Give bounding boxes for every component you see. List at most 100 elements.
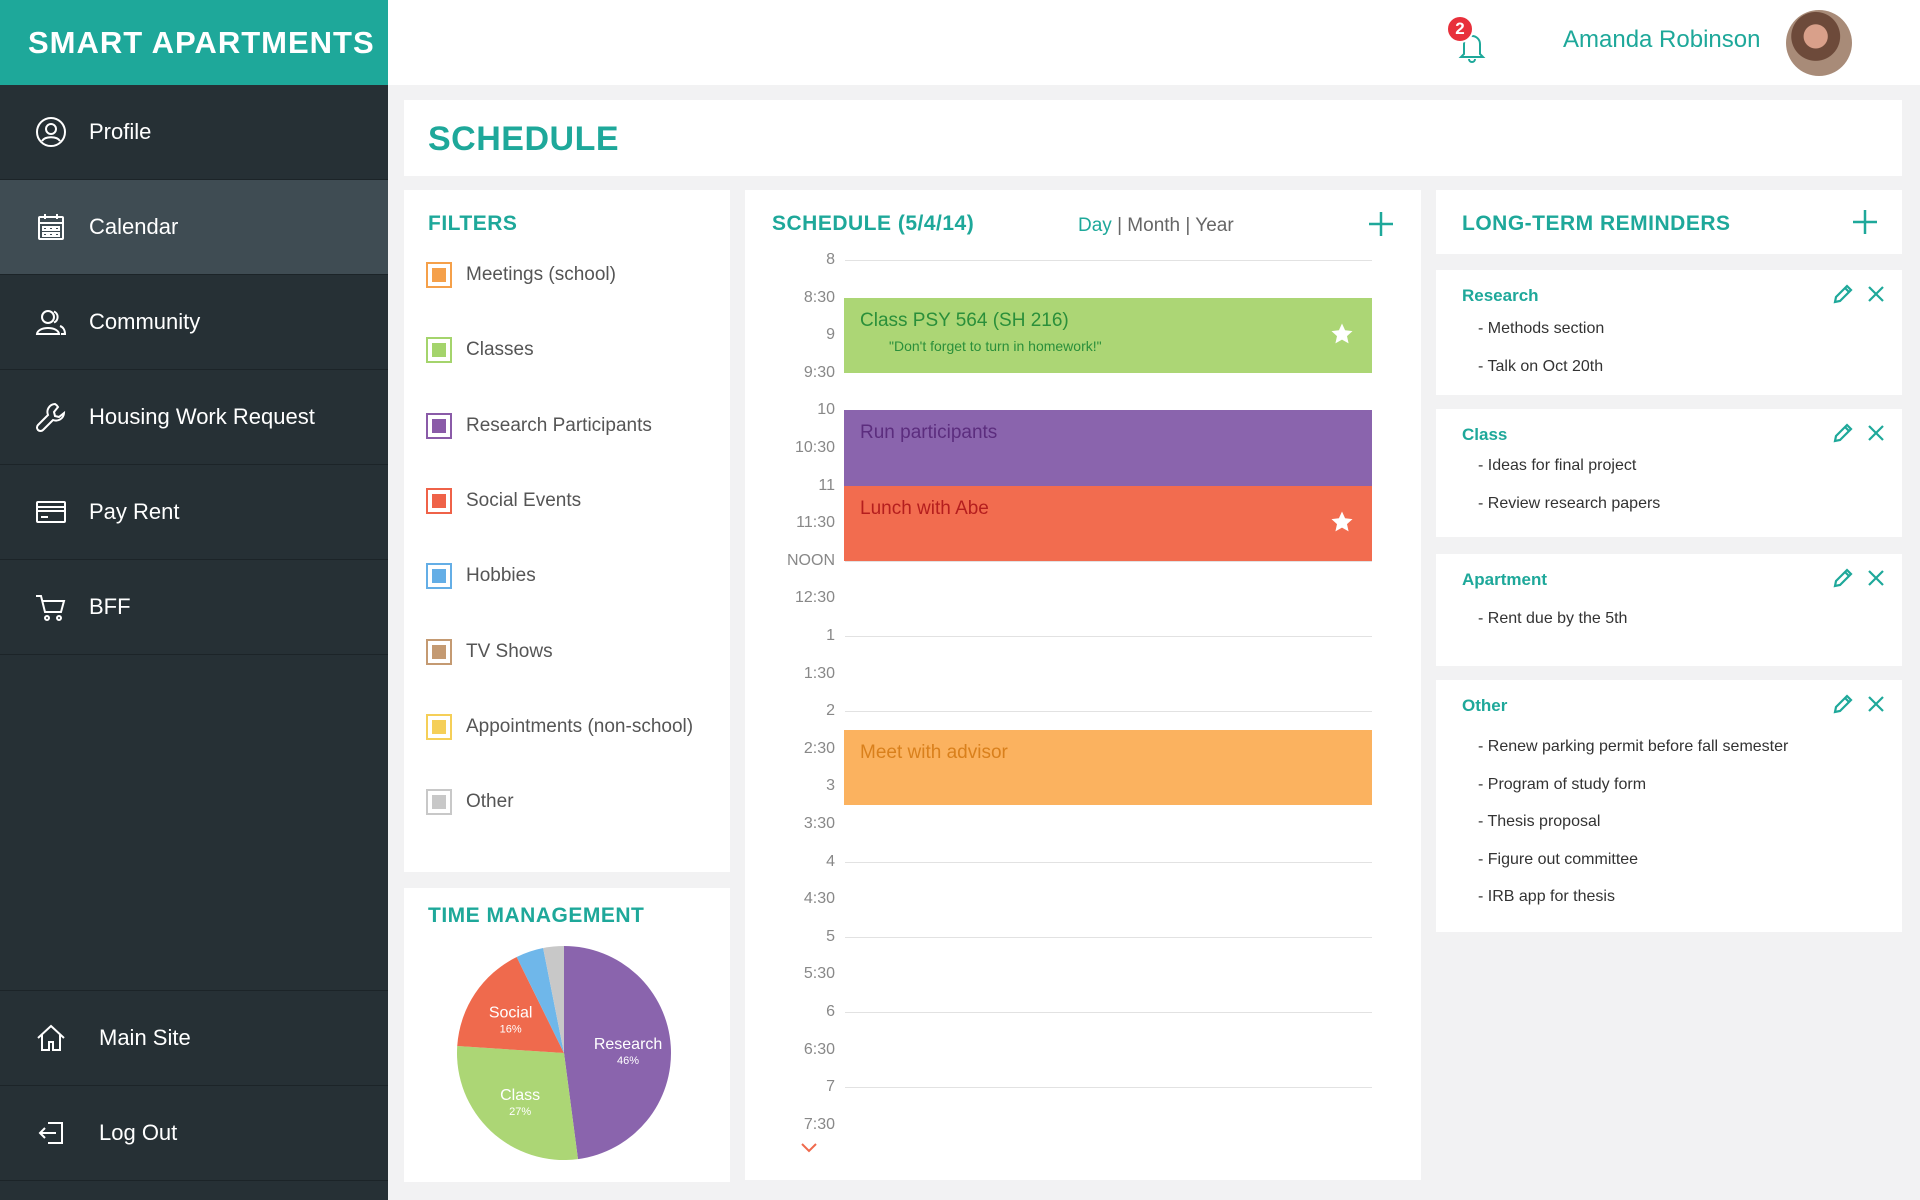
filter-checkbox[interactable] — [426, 789, 452, 816]
time-label: 10:30 — [794, 439, 835, 456]
filter-item[interactable]: Hobbies — [426, 563, 536, 590]
filter-checkbox[interactable] — [426, 713, 452, 740]
pie-slice-label: Research — [594, 1036, 662, 1053]
reminder-card-title: Research — [1462, 286, 1539, 305]
reminder-item: - Renew parking permit before fall semes… — [1478, 738, 1789, 755]
time-label: 4 — [826, 852, 835, 870]
hour-gridline — [845, 1012, 1372, 1013]
sidebar-item-housing-work-request[interactable]: Housing Work Request — [0, 370, 388, 465]
view-month[interactable]: Month — [1127, 215, 1180, 236]
schedule-event[interactable]: Lunch with Abe — [844, 485, 1372, 561]
sidebar-bottom: Main Site Log Out — [0, 990, 388, 1181]
home-icon — [31, 1021, 71, 1055]
filter-label: Classes — [466, 339, 534, 361]
reminder-card: Class - Ideas for final project - Review r… — [1436, 409, 1902, 537]
pencil-icon — [1833, 694, 1853, 714]
time-label: 8:30 — [803, 288, 835, 306]
hour-gridline — [845, 861, 1372, 863]
reminder-item: - Review research papers — [1478, 494, 1661, 512]
chevron-down-icon[interactable] — [800, 1142, 818, 1154]
sidebar-item-log-out[interactable]: Log Out — [0, 1086, 388, 1181]
edit-reminder-button[interactable] — [1833, 694, 1853, 714]
filter-checkbox[interactable] — [426, 262, 452, 288]
sidebar-item-pay-rent[interactable]: Pay Rent — [0, 465, 388, 560]
filter-item[interactable]: Other — [426, 789, 514, 816]
time-label: 8 — [826, 251, 835, 268]
delete-reminder-button[interactable] — [1866, 694, 1886, 714]
sidebar-item-bff[interactable]: BFF — [0, 560, 388, 655]
filter-label: Social Events — [466, 489, 582, 511]
filter-item[interactable]: Research Participants — [426, 412, 652, 439]
filter-checkbox[interactable] — [426, 412, 452, 439]
calendar-icon — [31, 210, 71, 244]
add-reminder-button[interactable] — [1851, 208, 1879, 236]
star-icon[interactable] — [1330, 510, 1354, 534]
sidebar-item-main-site[interactable]: Main Site — [0, 991, 388, 1086]
close-icon — [1868, 286, 1884, 302]
sidebar-item-community[interactable]: Community — [0, 275, 388, 370]
time-label: 10 — [817, 401, 835, 419]
notifications-button[interactable]: 2 — [1446, 15, 1486, 63]
schedule-event[interactable]: Class PSY 564 (SH 216) "Don't forget to t… — [844, 297, 1372, 373]
filter-checkbox[interactable] — [426, 337, 452, 364]
edit-reminder-button[interactable] — [1833, 423, 1853, 443]
add-event-button[interactable] — [1367, 210, 1395, 238]
filter-label: Other — [466, 791, 514, 813]
view-day[interactable]: Day — [1078, 215, 1112, 236]
schedule-event[interactable]: Meet with advisor — [844, 730, 1372, 806]
avatar[interactable] — [1786, 10, 1852, 76]
view-year[interactable]: Year — [1195, 215, 1233, 236]
filter-checkbox[interactable] — [426, 638, 452, 665]
time-label: 11:30 — [796, 514, 835, 532]
time-management-pie-chart: Research 46% Class 27% Social 16% — [457, 946, 671, 1160]
time-label: 1:30 — [803, 664, 835, 682]
filter-item[interactable]: Meetings (school) — [426, 262, 616, 288]
reminder-item: - Talk on Oct 20th — [1478, 357, 1604, 375]
sidebar-item-label: Community — [89, 309, 201, 334]
reminder-card: Research - Methods section - Talk on Oct 2… — [1436, 270, 1902, 395]
filter-label: Hobbies — [466, 565, 536, 587]
reminder-card: Apartment - Rent due by the 5th — [1436, 554, 1902, 666]
reminder-card: Other - Renew parking permit before fall … — [1436, 680, 1902, 932]
event-title: Class PSY 564 (SH 216) — [860, 309, 1069, 331]
edit-reminder-button[interactable] — [1833, 568, 1853, 588]
delete-reminder-button[interactable] — [1866, 568, 1886, 588]
filter-checkbox[interactable] — [426, 563, 452, 590]
sidebar-item-label: Log Out — [99, 1120, 178, 1145]
brand-logo[interactable]: SMART APARTMENTS — [0, 0, 388, 85]
hour-gridline — [845, 636, 1372, 637]
filter-item[interactable]: Social Events — [426, 487, 582, 514]
pencil-icon — [1833, 284, 1853, 304]
delete-reminder-button[interactable] — [1866, 284, 1886, 304]
pencil-icon — [1833, 568, 1853, 588]
reminders-title: LONG-TERM REMINDERS — [1462, 212, 1731, 235]
hour-gridline — [845, 711, 1372, 713]
filter-item[interactable]: TV Shows — [426, 638, 553, 665]
wrench-icon — [31, 400, 71, 434]
plus-icon — [1853, 210, 1877, 234]
delete-reminder-button[interactable] — [1866, 423, 1886, 443]
filter-checkbox[interactable] — [426, 487, 452, 514]
user-name[interactable]: Amanda Robinson — [1563, 26, 1760, 54]
reminder-item: - Ideas for final project — [1478, 457, 1637, 474]
star-icon[interactable] — [1330, 322, 1354, 346]
plus-icon — [1369, 212, 1393, 236]
pie-slice-label: Social — [489, 1004, 533, 1021]
time-label: 2 — [826, 702, 835, 720]
cart-icon — [31, 590, 71, 624]
time-label: NOON — [787, 551, 835, 569]
edit-reminder-button[interactable] — [1833, 284, 1853, 304]
pie-slice-percent: 16% — [500, 1023, 522, 1035]
sidebar-item-label: Housing Work Request — [89, 404, 315, 429]
sidebar-item-calendar[interactable]: Calendar — [0, 180, 388, 275]
schedule-panel: SCHEDULE (5/4/14) Day | Month | Year 8 8:… — [745, 190, 1421, 1180]
reminder-item: - IRB app for thesis — [1478, 888, 1615, 906]
time-label: 12:30 — [794, 589, 835, 607]
time-management-title: TIME MANAGEMENT — [428, 904, 645, 927]
filter-item[interactable]: Classes — [426, 337, 534, 364]
filter-label: Appointments (non-school) — [466, 715, 694, 737]
filter-item[interactable]: Appointments (non-school) — [426, 713, 694, 740]
notification-badge: 2 — [1446, 15, 1474, 43]
schedule-event[interactable]: Run participants — [844, 410, 1372, 486]
sidebar-item-profile[interactable]: Profile — [0, 85, 388, 180]
